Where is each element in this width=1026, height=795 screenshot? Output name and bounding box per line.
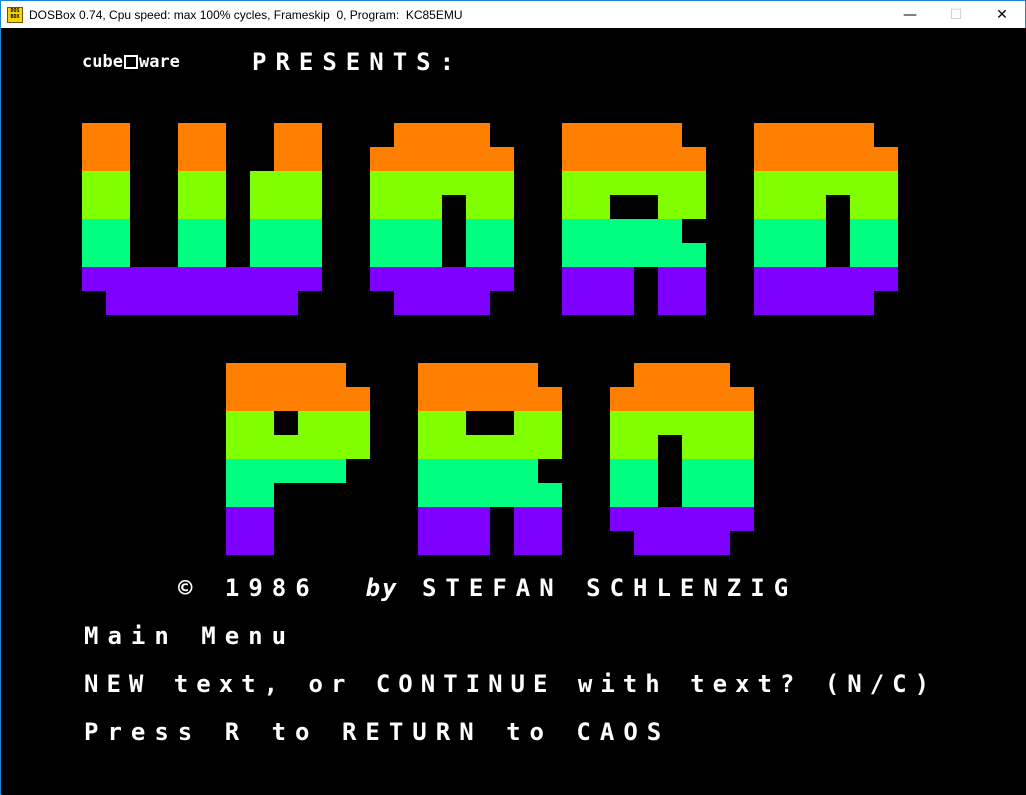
letter-p <box>226 363 370 555</box>
emulator-screen[interactable]: cube ware PRESENTS: © 1986 by STEFAN SCH… <box>2 28 1026 795</box>
window-controls: — ☐ ✕ <box>887 1 1025 28</box>
letter-w <box>82 123 322 315</box>
maximize-button[interactable]: ☐ <box>933 1 979 28</box>
copyright-line: © 1986 by STEFAN SCHLENZIG <box>178 574 797 602</box>
letter-o2 <box>610 363 754 555</box>
by-label: by <box>365 574 399 602</box>
dosbox-icon: DOS BOX <box>7 6 23 23</box>
letter-r <box>562 123 706 315</box>
author-name: STEFAN SCHLENZIG <box>421 574 798 602</box>
maximize-icon: ☐ <box>949 6 963 23</box>
letter-r2 <box>418 363 562 555</box>
close-icon: ✕ <box>996 6 1008 23</box>
copyright-year: © 1986 <box>178 574 319 602</box>
minimize-button[interactable]: — <box>887 1 933 28</box>
title-bar[interactable]: DOS BOX DOSBox 0.74, Cpu speed: max 100%… <box>1 1 1025 28</box>
letter-o <box>370 123 514 315</box>
new-continue-prompt: NEW text, or CONTINUE with text? (N/C) <box>84 670 938 698</box>
dosbox-window: DOS BOX DOSBox 0.74, Cpu speed: max 100%… <box>0 0 1026 795</box>
window-title: DOSBox 0.74, Cpu speed: max 100% cycles,… <box>29 7 463 22</box>
letter-d <box>754 123 898 315</box>
close-button[interactable]: ✕ <box>979 1 1025 28</box>
menu-title: Main Menu <box>84 622 296 650</box>
return-prompt: Press R to RETURN to CAOS <box>84 718 671 746</box>
minimize-icon: — <box>903 6 917 23</box>
